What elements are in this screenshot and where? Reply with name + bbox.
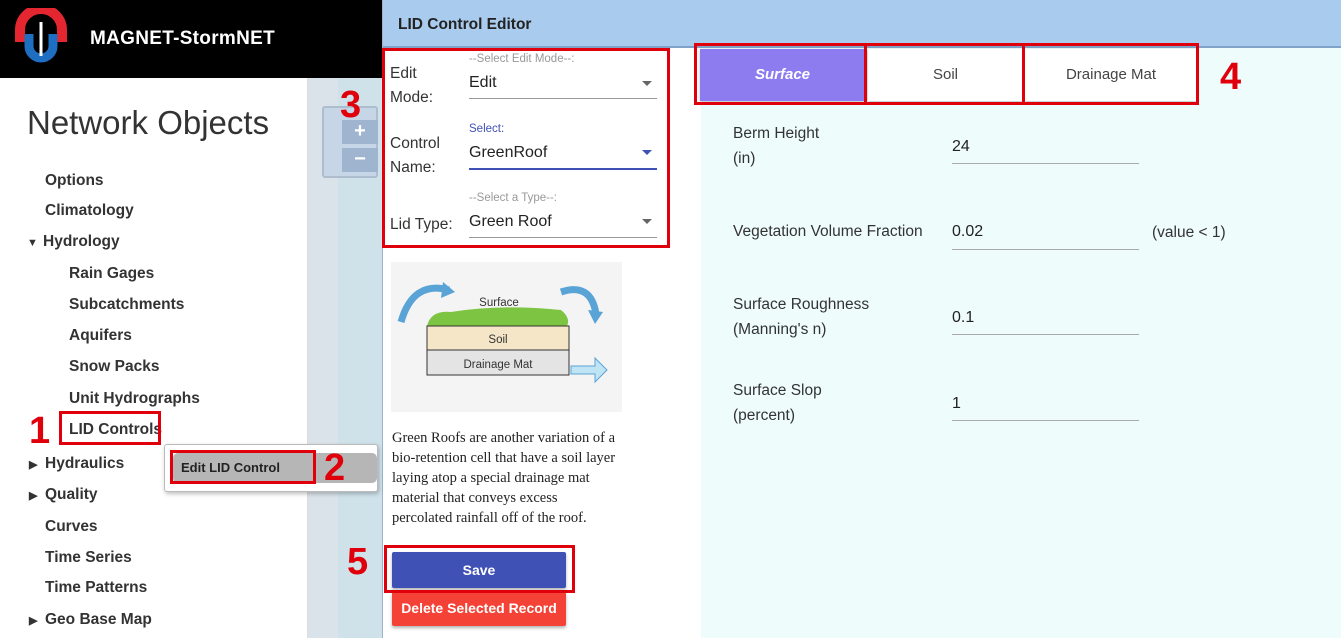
sidebar-item-snow-packs[interactable]: Snow Packs [69,358,159,376]
green-roof-diagram: Surface Soil Drainage Mat [391,262,622,412]
surface-slope-label: Surface Slop (percent) [733,382,822,424]
app-header: MAGNET-StormNET [0,0,382,78]
zoom-out-button[interactable]: − [342,148,378,172]
sidebar-item-time-patterns[interactable]: Time Patterns [45,579,147,597]
annotation-box-4-divider [864,43,1025,105]
annotation-box-5 [384,545,575,593]
berm-height-label: Berm Height (in) [733,125,820,167]
sidebar-item-aquifers[interactable]: Aquifers [69,327,132,345]
sidebar-item-unit-hydrographs[interactable]: Unit Hydrographs [69,390,200,408]
annotation-box-3 [382,48,670,248]
sidebar-title: Network Objects [27,104,270,141]
caret-down-icon: ▼ [27,237,38,249]
diagram-surface-label: Surface [479,297,519,309]
vegetation-volume-fraction-hint: (value < 1) [1152,224,1226,241]
map-view[interactable]: + − [308,78,382,638]
caret-right-icon: ▶ [29,615,38,627]
sidebar-item-geo-base-map[interactable]: ▶ Geo Base Map [29,611,152,629]
delete-record-button[interactable]: Delete Selected Record [392,592,566,626]
annotation-number-5: 5 [347,541,369,583]
diagram-drainage-label: Drainage Mat [463,359,533,371]
annotation-number-1: 1 [29,410,51,452]
sidebar-item-quality[interactable]: ▶ Quality [29,486,98,504]
editor-header: LID Control Editor [383,0,1341,48]
caret-right-icon: ▶ [29,490,38,502]
surface-roughness-input[interactable]: 0.1 [952,309,974,327]
annotation-box-2 [170,450,316,484]
annotation-number-3: 3 [340,84,362,126]
sidebar-item-curves[interactable]: Curves [45,518,98,536]
berm-height-underline [952,163,1139,164]
sidebar-item-rain-gages[interactable]: Rain Gages [69,265,154,283]
editor-title: LID Control Editor [398,16,532,33]
surface-slope-underline [952,420,1139,421]
app-window: MAGNET-StormNET Network Objects Options … [0,0,1341,638]
surface-roughness-label: Surface Roughness (Manning's n) [733,296,870,338]
vegetation-volume-fraction-underline [952,249,1139,250]
app-title: MAGNET-StormNET [90,28,275,49]
berm-height-input[interactable]: 24 [952,138,970,156]
annotation-box-1 [59,411,161,445]
annotation-number-2: 2 [324,447,346,489]
sidebar-item-subcatchments[interactable]: Subcatchments [69,296,184,314]
diagram-soil-label: Soil [488,334,507,346]
vegetation-volume-fraction-label: Vegetation Volume Fraction [733,223,923,240]
surface-roughness-underline [952,334,1139,335]
caret-right-icon: ▶ [29,459,38,471]
annotation-number-4: 4 [1220,56,1242,98]
sidebar-item-climatology[interactable]: Climatology [45,202,134,220]
sidebar-item-time-series[interactable]: Time Series [45,549,132,567]
sidebar-item-options[interactable]: Options [45,172,104,190]
sidebar: Network Objects Options Climatology ▼ Hyd… [5,78,308,638]
sidebar-item-hydraulics[interactable]: ▶ Hydraulics [29,455,124,473]
green-roof-illustration: Surface Soil Drainage Mat [397,282,608,384]
sidebar-item-hydrology[interactable]: ▼ Hydrology [27,233,120,251]
magnet-logo-icon [15,8,67,63]
lid-description: Green Roofs are another variation of a b… [392,430,616,526]
surface-slope-input[interactable]: 1 [952,395,961,413]
vegetation-volume-fraction-input[interactable]: 0.02 [952,223,983,241]
